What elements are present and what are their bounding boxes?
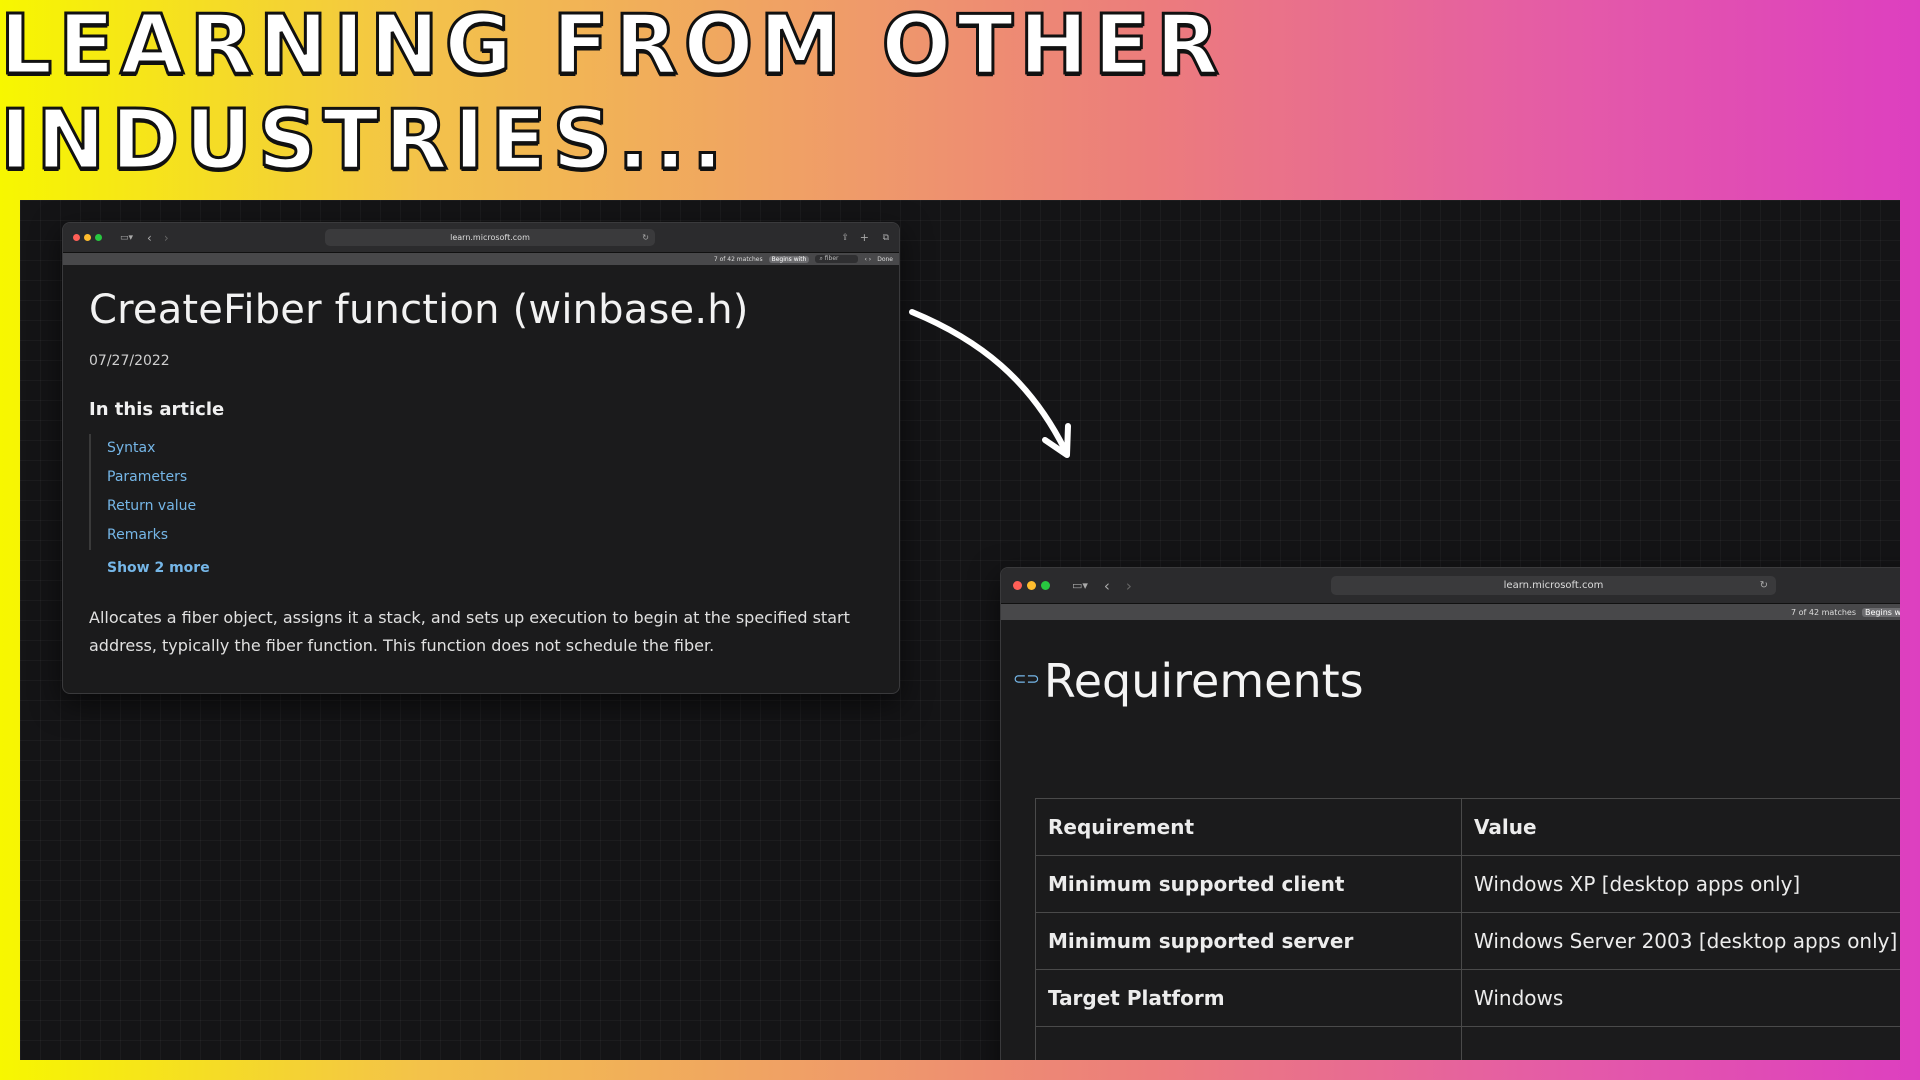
find-match-count: 7 of 42 matches: [1791, 607, 1856, 617]
toc-list: Syntax Parameters Return value Remarks: [89, 434, 873, 550]
show-more-link[interactable]: Show 2 more: [107, 560, 873, 576]
forward-icon[interactable]: ›: [164, 231, 169, 245]
requirement-cell: Minimum supported server: [1035, 912, 1462, 970]
zoom-button[interactable]: [1041, 581, 1050, 590]
url-text: learn.microsoft.com: [450, 233, 530, 242]
find-input[interactable]: ⌕ fiber: [815, 255, 859, 263]
zoom-button[interactable]: [95, 234, 102, 241]
back-icon[interactable]: ‹: [147, 231, 152, 245]
value-cell: Windows XP [desktop apps only]: [1461, 855, 1900, 913]
close-button[interactable]: [73, 234, 80, 241]
find-match-count: 7 of 42 matches: [713, 255, 763, 263]
tabs-icon[interactable]: ⧉: [883, 233, 889, 243]
title-bar: ▭▾ ‹ › learn.microsoft.com ↻: [1001, 568, 1900, 604]
link-icon[interactable]: ⊂⊃: [1013, 669, 1040, 688]
forward-icon[interactable]: ›: [1126, 577, 1132, 595]
back-icon[interactable]: ‹: [1104, 577, 1110, 595]
requirement-cell: Target Platform: [1035, 969, 1462, 1027]
sidebar-icon[interactable]: ▭▾: [1072, 579, 1088, 592]
sidebar-icon[interactable]: ▭▾: [120, 233, 133, 243]
banner-title: LEARNING FROM OTHER INDUSTRIES...: [0, 0, 1225, 190]
find-mode[interactable]: Begins w: [1862, 607, 1900, 617]
close-button[interactable]: [1013, 581, 1022, 590]
section-title: Requirements: [1043, 654, 1364, 708]
article: CreateFiber function (winbase.h) 07/27/2…: [63, 265, 899, 660]
section-header: ⊂⊃ Requirements: [1013, 654, 1900, 708]
find-bar: 7 of 42 matches Begins with ⌕ fiber ‹ › …: [63, 253, 899, 265]
share-icon[interactable]: ⇪: [841, 233, 849, 243]
value-cell: Windows Server 2003 [desktop apps only]: [1461, 912, 1900, 970]
article-description: Allocates a fiber object, assigns it a s…: [89, 608, 850, 655]
toc-link-return-value[interactable]: Return value: [107, 492, 873, 521]
browser-window-requirements: ▭▾ ‹ › learn.microsoft.com ↻ 7 of 42 mat…: [1000, 567, 1900, 1060]
find-prev-next[interactable]: ‹ ›: [864, 256, 871, 263]
value-cell: Windows: [1461, 969, 1900, 1027]
requirements-section: ⊂⊃ Requirements Requirement Value Minimu…: [1001, 620, 1900, 1060]
find-query: fiber: [824, 255, 839, 262]
address-bar[interactable]: learn.microsoft.com ↻: [325, 229, 655, 246]
browser-window-createfiber: ▭▾ ‹ › learn.microsoft.com ↻ ⇪ + ⧉ 7 of …: [62, 222, 900, 694]
reload-icon[interactable]: ↻: [1760, 580, 1768, 591]
reload-icon[interactable]: ↻: [642, 233, 649, 242]
column-header-requirement: Requirement: [1035, 798, 1462, 856]
find-bar: 7 of 42 matches Begins w: [1001, 604, 1900, 620]
table-row: Target Platform Windows: [1035, 969, 1900, 1027]
toc-link-parameters[interactable]: Parameters: [107, 463, 873, 492]
requirements-table: Requirement Value Minimum supported clie…: [1035, 798, 1900, 1060]
article-title: CreateFiber function (winbase.h): [89, 287, 749, 333]
toc-link-remarks[interactable]: Remarks: [107, 521, 873, 550]
article-date: 07/27/2022: [89, 353, 170, 369]
minimize-button[interactable]: [84, 234, 91, 241]
find-mode[interactable]: Begins with: [768, 255, 810, 263]
table-row-partial: [1035, 1026, 1900, 1060]
table-row: Minimum supported client Windows XP [des…: [1035, 855, 1900, 913]
minimize-button[interactable]: [1027, 581, 1036, 590]
column-header-value: Value: [1461, 798, 1900, 856]
find-done-button[interactable]: Done: [877, 256, 893, 263]
url-text: learn.microsoft.com: [1503, 580, 1604, 591]
arrow-icon: [909, 309, 1071, 458]
table-header-row: Requirement Value: [1035, 798, 1900, 856]
new-tab-icon[interactable]: +: [860, 231, 869, 244]
toc-link-syntax[interactable]: Syntax: [107, 434, 873, 463]
toc-heading: In this article: [89, 399, 225, 420]
canvas: ▭▾ ‹ › learn.microsoft.com ↻ ⇪ + ⧉ 7 of …: [20, 200, 1900, 1060]
address-bar[interactable]: learn.microsoft.com ↻: [1331, 576, 1776, 595]
table-row: Minimum supported server Windows Server …: [1035, 912, 1900, 970]
banner: LEARNING FROM OTHER INDUSTRIES...: [0, 0, 1920, 200]
title-bar: ▭▾ ‹ › learn.microsoft.com ↻ ⇪ + ⧉: [63, 223, 899, 253]
requirement-cell: Minimum supported client: [1035, 855, 1462, 913]
